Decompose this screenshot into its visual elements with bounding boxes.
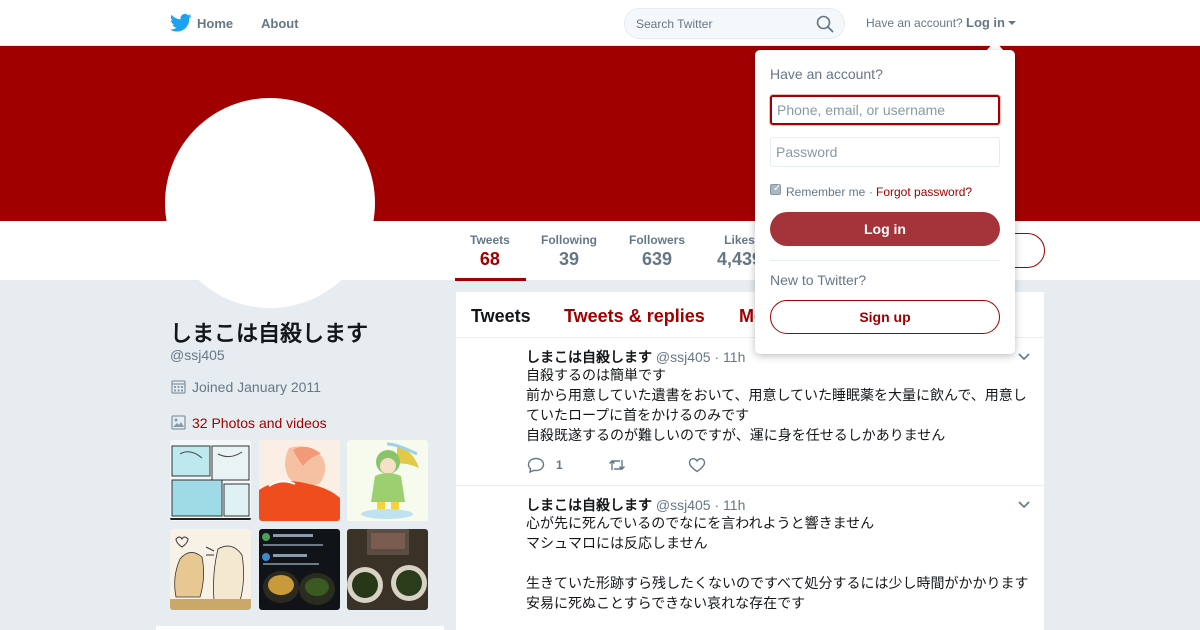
joined-date: Joined January 2011 <box>192 379 321 395</box>
login-dropdown: Have an account? ✓ Remember me · Forgot … <box>755 50 1015 354</box>
tweet-author-name[interactable]: しまこは自殺します <box>526 498 652 514</box>
stat-tweets[interactable]: Tweets 68 <box>470 233 510 270</box>
photo-icon <box>171 415 186 430</box>
search-box <box>624 8 845 39</box>
tab-tweets-replies[interactable]: Tweets & replies <box>564 306 705 327</box>
tweet-text: 自殺するのは簡単です 前から用意していた遺書をおいて、用意していた睡眠薬を大量に… <box>526 366 1036 446</box>
nav-about-link[interactable]: About <box>261 16 299 31</box>
tweet-header: しまこは自殺します @ssj405 · 11h <box>526 495 745 515</box>
have-account-text: Have an account? <box>866 16 963 30</box>
photo-thumbnail-4[interactable] <box>170 529 251 610</box>
tweet-text-line: 自殺既遂するのが難しいのですが、運に身を任せるしかありません <box>526 428 946 444</box>
tweet-text-line: ていたロープに首をかけるのみです <box>526 408 750 424</box>
chevron-down-icon[interactable] <box>1018 353 1030 361</box>
search-input[interactable] <box>636 9 816 38</box>
photo-thumbnail-1[interactable] <box>170 440 251 521</box>
tweet-text-line: 前から用意していた遺書をおいて、用意していた睡眠薬を大量に飲んで、用意し <box>526 388 1027 404</box>
password-field[interactable] <box>770 137 1000 167</box>
dropdown-title: Have an account? <box>770 66 883 82</box>
caret-down-icon[interactable] <box>1008 21 1016 25</box>
tweet-author-handle[interactable]: @ssj405 <box>656 349 711 365</box>
reply-icon[interactable] <box>527 457 545 473</box>
remember-me-label[interactable]: Remember me <box>786 185 865 199</box>
tweet-header: しまこは自殺します @ssj405 · 11h <box>526 347 745 367</box>
tweet[interactable]: しまこは自殺します @ssj405 · 11h 心が先に死んでいるのでなにを言わ… <box>456 486 1044 630</box>
chevron-down-icon[interactable] <box>1018 501 1030 509</box>
photo-thumbnail-3[interactable] <box>347 440 428 521</box>
checkmark-icon: ✓ <box>773 183 782 194</box>
tweet-timestamp[interactable]: 11h <box>723 349 745 365</box>
active-stat-underline <box>455 278 526 281</box>
search-icon[interactable] <box>816 15 834 33</box>
forgot-password-link[interactable]: Forgot password? <box>876 185 972 199</box>
profile-name: しまこは自殺します <box>170 322 369 347</box>
tweet-author-handle[interactable]: @ssj405 <box>656 497 711 513</box>
tweet[interactable]: しまこは自殺します @ssj405 · 11h 自殺するのは簡単です 前から用意… <box>456 338 1044 486</box>
tweet-text-line <box>526 554 1036 574</box>
photos-videos-link[interactable]: 32 Photos and videos <box>192 415 327 431</box>
tweet-separator: · <box>714 497 720 513</box>
stat-following-label: Following <box>541 233 597 247</box>
profile-handle: @ssj405 <box>170 347 225 363</box>
retweet-icon[interactable] <box>608 457 626 473</box>
signup-button[interactable]: Sign up <box>770 300 1000 334</box>
tab-tweets[interactable]: Tweets <box>471 306 531 327</box>
stat-tweets-label: Tweets <box>470 233 510 247</box>
photo-thumbnail-5[interactable] <box>259 529 340 610</box>
stat-tweets-value: 68 <box>479 249 500 269</box>
stat-followers-value: 639 <box>641 249 673 269</box>
photo-thumbnail-2[interactable] <box>259 440 340 521</box>
login-button[interactable]: Log in <box>770 212 1000 246</box>
nav-home-link[interactable]: Home <box>197 16 233 31</box>
remember-separator: · <box>869 185 873 199</box>
stat-following[interactable]: Following 39 <box>541 233 597 270</box>
stat-followers-label: Followers <box>629 233 686 247</box>
profile-avatar[interactable] <box>165 98 375 308</box>
top-nav: Home About Have an account? Log in <box>0 0 1200 46</box>
tweet-text-line: 心が先に死んでいるのでなにを言われようと響きません <box>526 516 875 532</box>
remember-me-checkbox[interactable]: ✓ <box>770 183 782 195</box>
new-to-twitter-text: New to Twitter? <box>770 272 867 288</box>
stat-followers[interactable]: Followers 639 <box>629 233 685 270</box>
twitter-bird-icon[interactable] <box>170 13 192 33</box>
tweet-separator: · <box>714 349 720 365</box>
next-card-edge <box>156 626 444 630</box>
tweet-text: 心が先に死んでいるのでなにを言われようと響きません マシュマロには反応しません … <box>526 514 1036 614</box>
tweet-author-name[interactable]: しまこは自殺します <box>526 350 652 366</box>
username-field[interactable] <box>770 95 1000 125</box>
calendar-icon <box>171 380 186 394</box>
tweet-text-line: 安易に死ぬことすらできない哀れな存在です <box>526 596 806 612</box>
reply-count: 1 <box>556 458 563 472</box>
login-dropdown-toggle[interactable]: Log in <box>966 15 1005 30</box>
tweet-text-line: 生きていた形跡すら残したくないのですべて処分するには少し時間がかかります <box>526 576 1029 592</box>
like-icon[interactable] <box>688 457 706 473</box>
tweet-timestamp[interactable]: 11h <box>723 497 745 513</box>
tweet-text-line: マシュマロには反応しません <box>526 536 708 552</box>
stat-following-value: 39 <box>558 249 580 269</box>
photo-thumbnail-6[interactable] <box>347 529 428 610</box>
dropdown-divider <box>770 260 1000 261</box>
tweet-text-line: 自殺するのは簡単です <box>526 368 666 384</box>
